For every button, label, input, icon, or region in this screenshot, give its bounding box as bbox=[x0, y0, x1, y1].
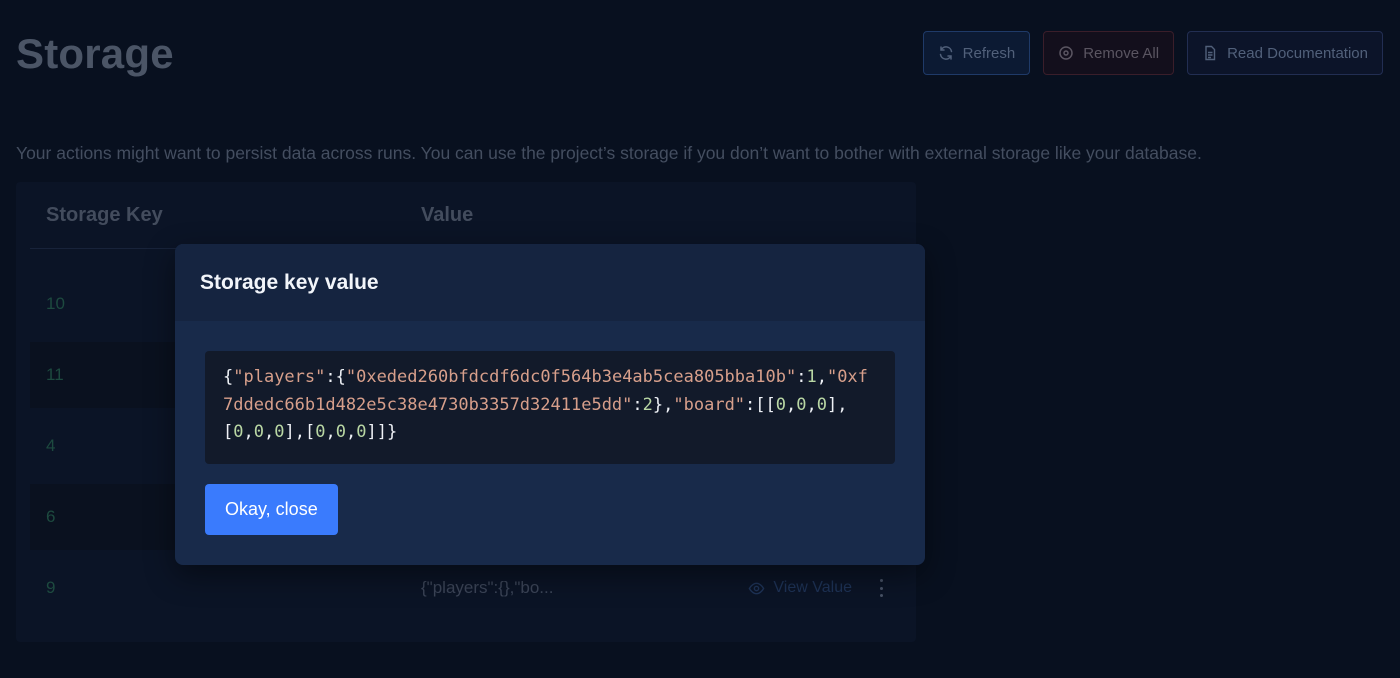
modal-title: Storage key value bbox=[200, 270, 379, 294]
header-actions: Refresh Remove All Read Documentation bbox=[922, 31, 1383, 75]
modal-header: Storage key value bbox=[175, 244, 925, 321]
remove-circle-icon bbox=[1059, 46, 1073, 60]
json-token-num: 0 bbox=[253, 422, 264, 442]
storage-value-preview: {"players":{},"bo... bbox=[421, 578, 554, 597]
refresh-icon bbox=[939, 46, 952, 60]
document-icon bbox=[1205, 45, 1216, 61]
storage-value-code: {"players":{"0xeded260bfdcdf6dc0f564b3e4… bbox=[205, 351, 895, 464]
json-token-punc: , bbox=[243, 422, 254, 442]
refresh-button[interactable]: Refresh bbox=[922, 31, 1031, 75]
json-token-punc: : bbox=[796, 367, 807, 387]
json-token-punc: , bbox=[806, 394, 817, 415]
json-token-num: 2 bbox=[642, 394, 653, 415]
page-description: Your actions might want to persist data … bbox=[16, 143, 1202, 163]
view-value-label: View Value bbox=[773, 579, 852, 596]
storage-key: 11 bbox=[46, 365, 64, 384]
page-title: Storage bbox=[16, 30, 174, 77]
remove-all-button[interactable]: Remove All bbox=[1043, 31, 1175, 75]
okay-close-button[interactable]: Okay, close bbox=[205, 484, 338, 535]
json-token-str: "board" bbox=[673, 394, 746, 415]
storage-key: 9 bbox=[46, 578, 56, 597]
read-documentation-button[interactable]: Read Documentation bbox=[1187, 31, 1383, 75]
json-token-num: 0 bbox=[796, 394, 807, 415]
storage-value-modal: Storage key value {"players":{"0xeded260… bbox=[175, 244, 925, 565]
json-token-punc: , bbox=[345, 422, 357, 442]
json-token-num: 0 bbox=[775, 394, 787, 415]
json-token-num: 0 bbox=[816, 394, 828, 415]
eye-icon bbox=[749, 582, 765, 594]
json-token-num: 0 bbox=[335, 422, 346, 442]
json-token-num: 0 bbox=[274, 422, 285, 442]
read-documentation-label: Read Documentation bbox=[1227, 44, 1368, 62]
json-token-punc: ]]} bbox=[366, 422, 398, 442]
json-token-punc: ],[ bbox=[284, 422, 316, 442]
json-token-punc: :[[ bbox=[745, 394, 776, 415]
view-value-link[interactable]: View Value bbox=[748, 579, 852, 597]
json-token-punc: , bbox=[264, 422, 275, 442]
json-token-punc: :{ bbox=[325, 367, 346, 387]
json-token-num: 0 bbox=[315, 422, 326, 442]
storage-key: 10 bbox=[46, 294, 65, 313]
json-token-punc: , bbox=[786, 394, 797, 415]
column-header-storage-key: Storage Key bbox=[46, 204, 163, 226]
json-token-num: 0 bbox=[233, 422, 244, 442]
json-token-num: 1 bbox=[806, 367, 817, 387]
column-header-value: Value bbox=[421, 204, 474, 226]
json-token-punc: { bbox=[223, 367, 234, 387]
json-token-str: "players" bbox=[233, 367, 326, 387]
json-token-punc: }, bbox=[652, 394, 674, 415]
storage-key: 6 bbox=[46, 507, 56, 526]
more-vertical-icon[interactable] bbox=[878, 579, 884, 597]
storage-key: 4 bbox=[46, 436, 56, 455]
refresh-label: Refresh bbox=[962, 44, 1016, 62]
json-token-punc: , bbox=[816, 367, 827, 387]
remove-all-label: Remove All bbox=[1083, 44, 1160, 62]
json-token-str: "0xeded260bfdcdf6dc0f564b3e4ab5cea805bba… bbox=[345, 367, 797, 387]
json-token-num: 0 bbox=[356, 422, 367, 442]
json-token-punc: : bbox=[632, 394, 643, 415]
json-token-punc: , bbox=[325, 422, 336, 442]
